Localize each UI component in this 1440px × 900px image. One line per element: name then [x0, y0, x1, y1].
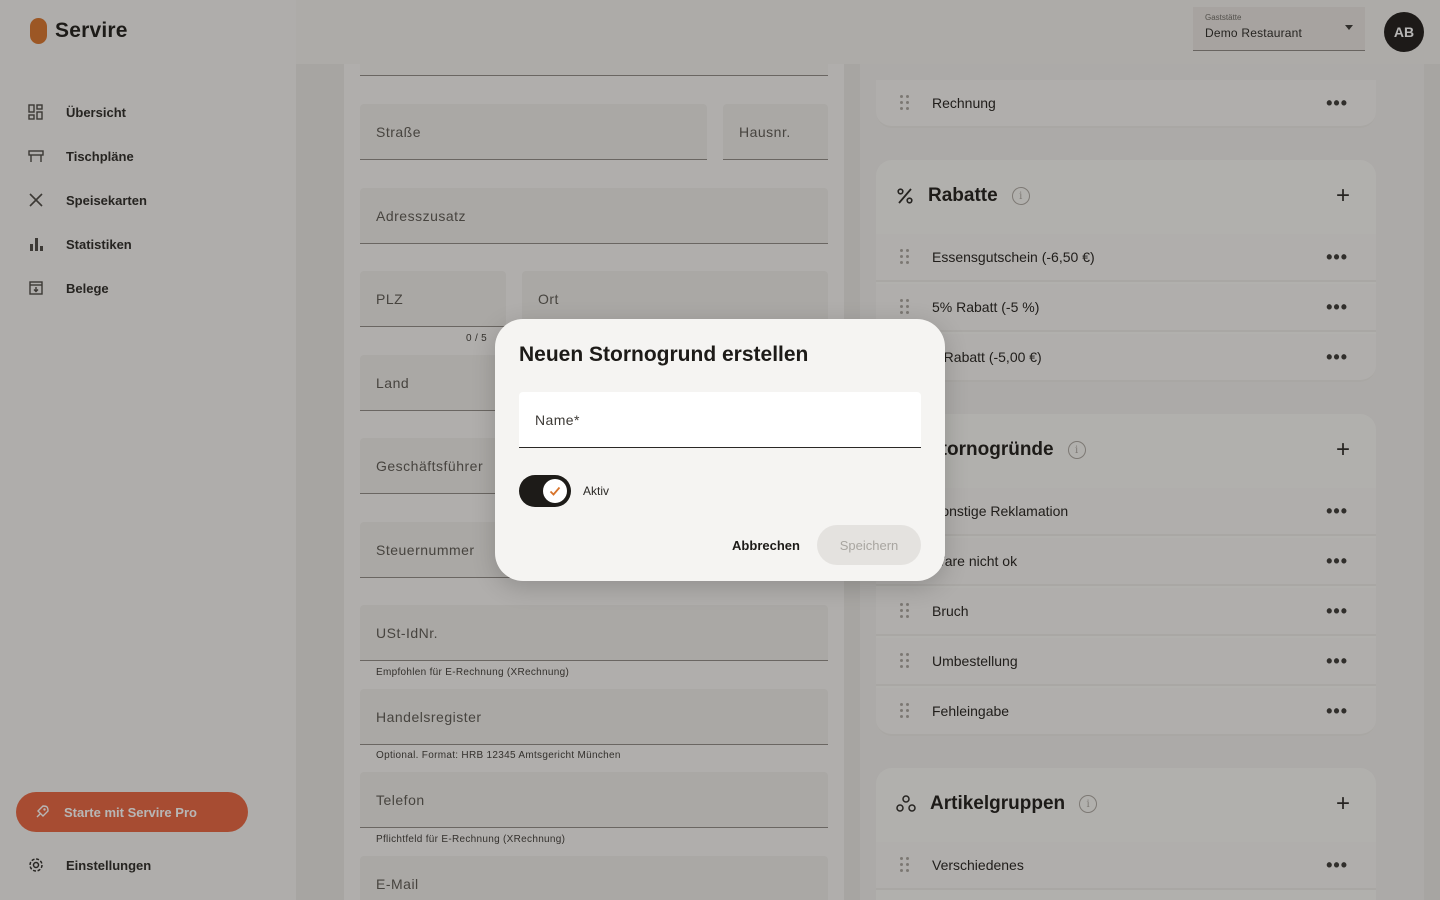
active-toggle-label: Aktiv — [583, 484, 610, 498]
cancel-button[interactable]: Abbrechen — [723, 525, 809, 565]
active-toggle[interactable] — [519, 475, 571, 507]
check-icon — [549, 486, 561, 496]
create-void-reason-dialog: Neuen Stornogrund erstellen Aktiv Abbrec… — [495, 319, 945, 581]
dialog-title: Neuen Stornogrund erstellen — [519, 343, 809, 366]
toggle-knob — [543, 479, 567, 503]
save-button[interactable]: Speichern — [817, 525, 921, 565]
name-input[interactable] — [519, 392, 921, 448]
